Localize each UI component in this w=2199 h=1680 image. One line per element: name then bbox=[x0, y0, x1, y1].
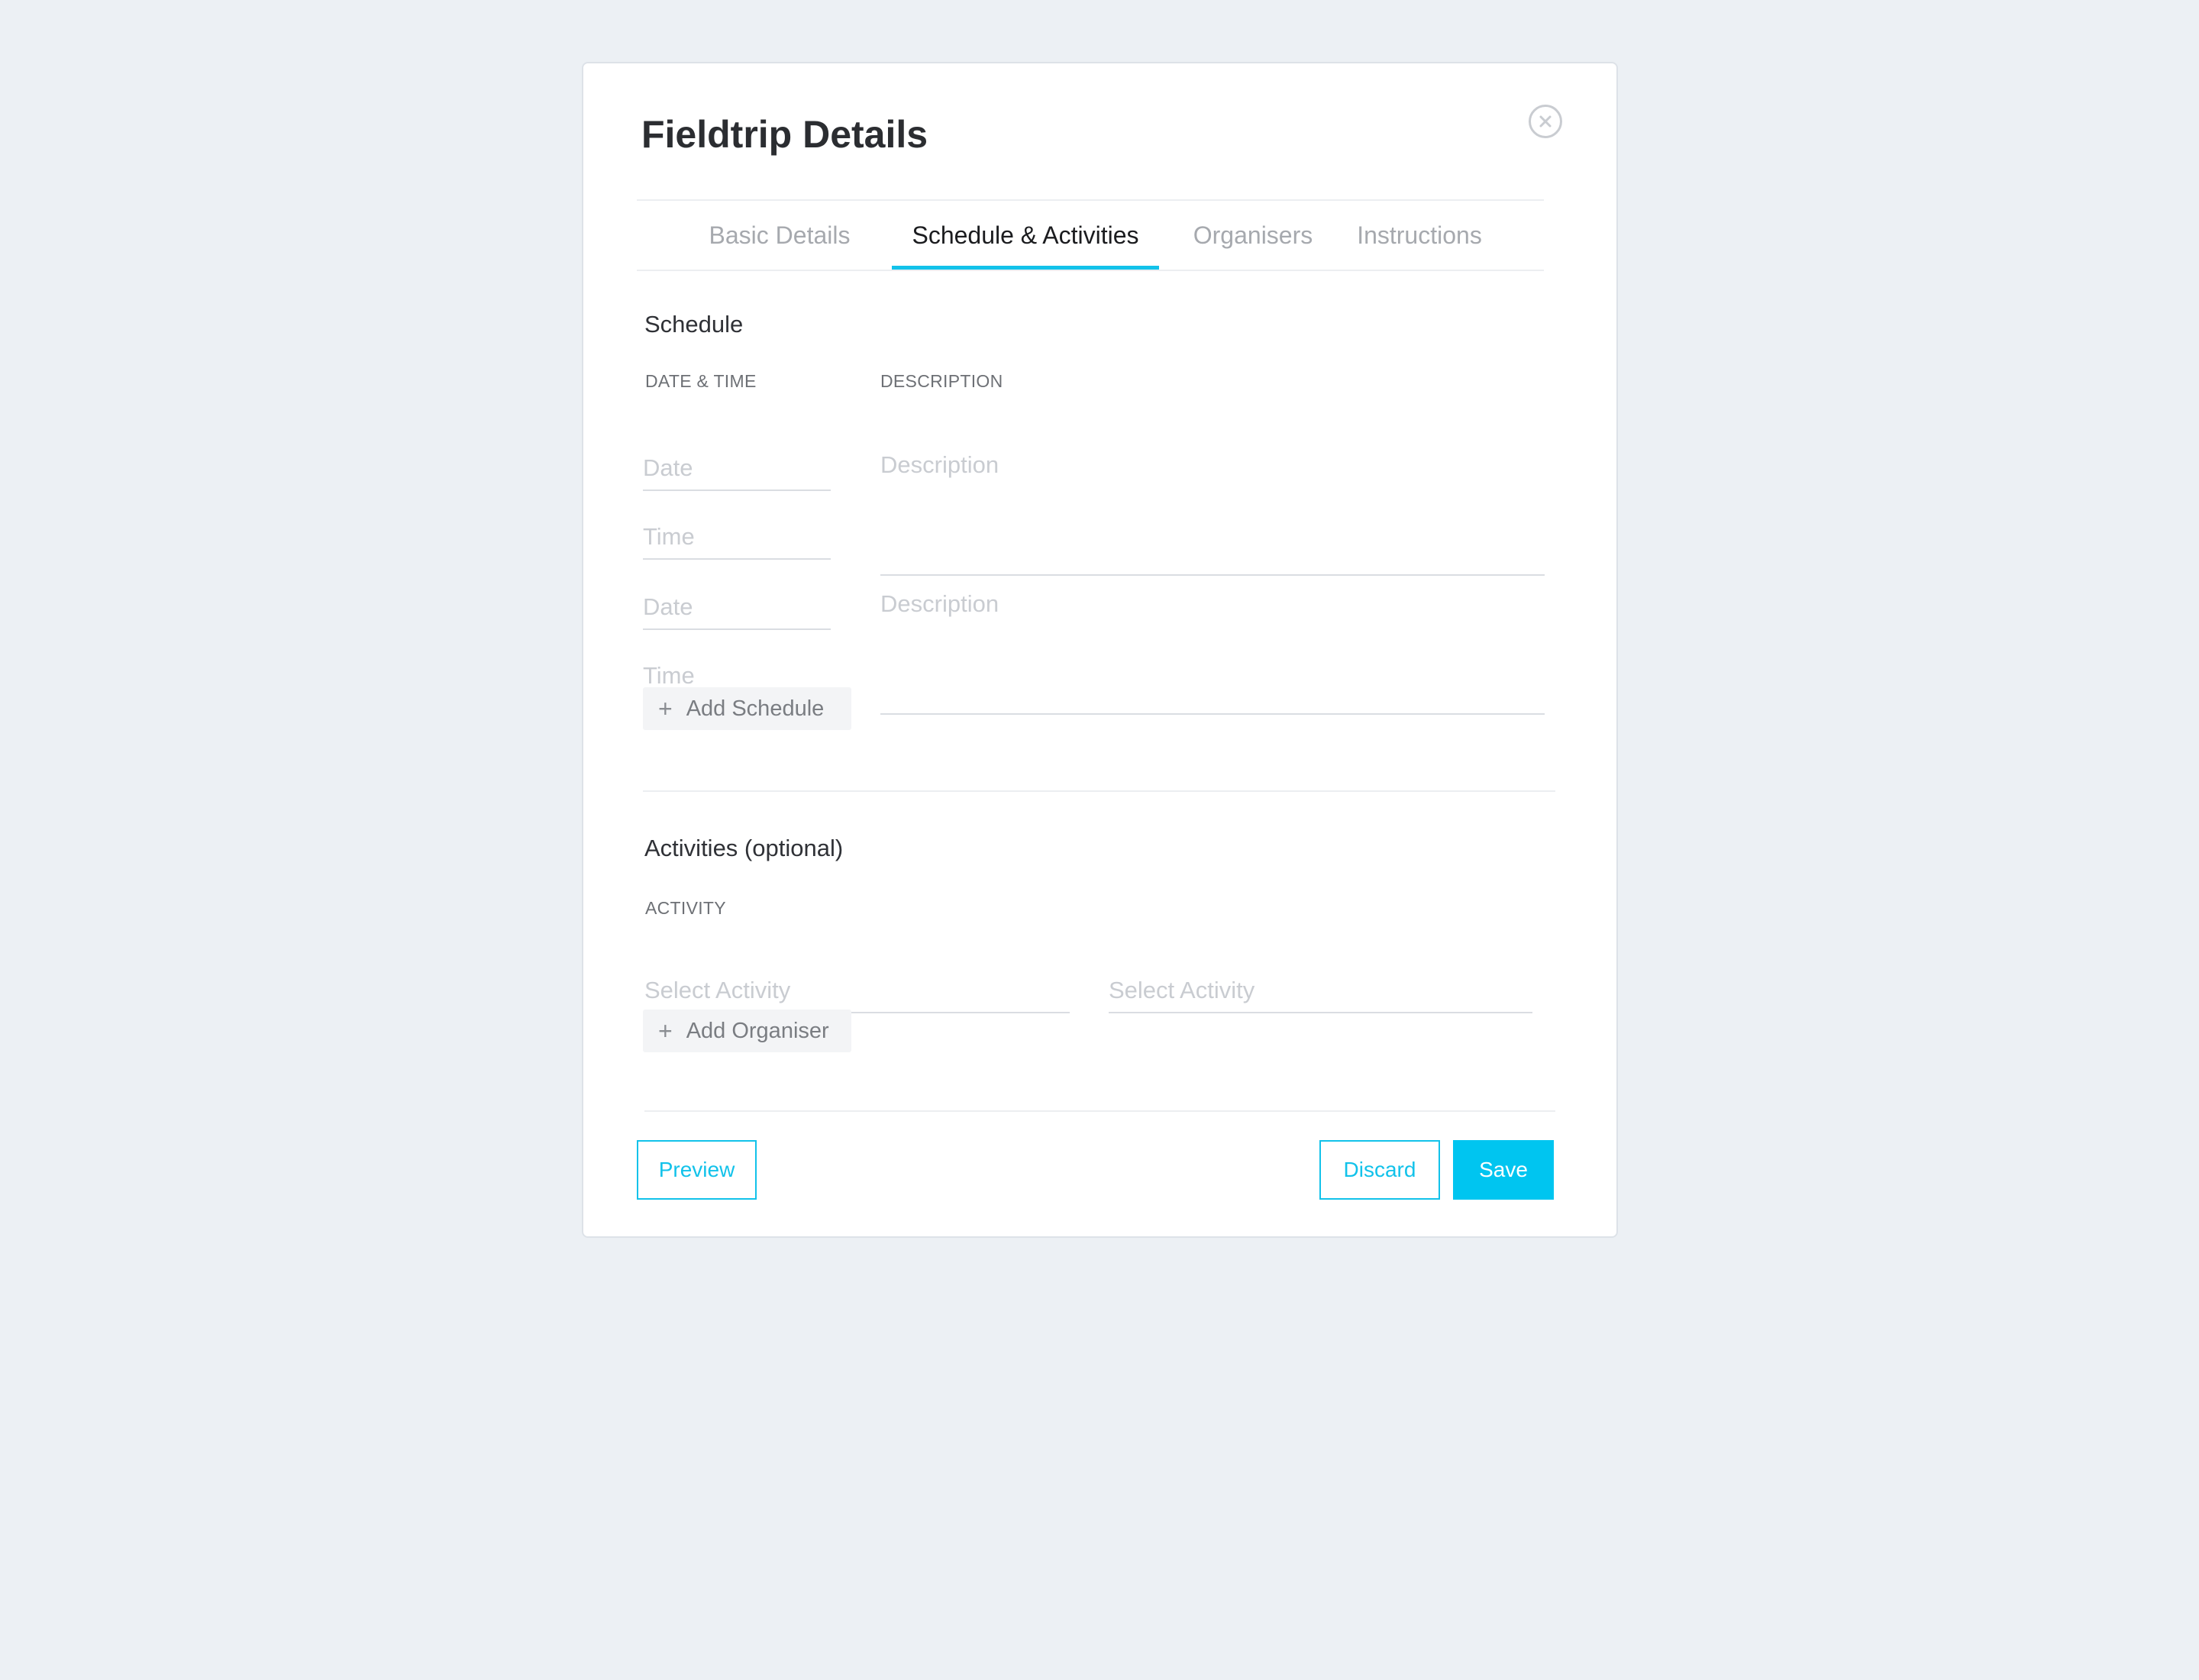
activity-label: ACTIVITY bbox=[645, 898, 726, 918]
modal-title: Fieldtrip Details bbox=[641, 113, 928, 156]
section-divider bbox=[643, 790, 1555, 792]
tab-basic-details[interactable]: Basic Details bbox=[703, 201, 856, 270]
add-organiser-button[interactable]: + Add Organiser bbox=[643, 1010, 851, 1052]
close-button[interactable] bbox=[1529, 105, 1562, 138]
plus-icon: + bbox=[658, 694, 673, 722]
date-time-label: DATE & TIME bbox=[645, 371, 757, 391]
tab-organisers[interactable]: Organisers bbox=[1184, 201, 1322, 270]
save-button[interactable]: Save bbox=[1453, 1140, 1554, 1200]
fieldtrip-details-modal: Fieldtrip Details Basic Details Schedule… bbox=[582, 62, 1618, 1238]
schedule-date-input-1[interactable] bbox=[643, 447, 831, 491]
schedule-description-input-2[interactable] bbox=[880, 590, 1545, 715]
select-activity-1[interactable] bbox=[644, 969, 1070, 1013]
tab-instructions[interactable]: Instructions bbox=[1347, 201, 1492, 270]
schedule-section-title: Schedule bbox=[644, 311, 744, 338]
discard-button[interactable]: Discard bbox=[1319, 1140, 1440, 1200]
tabs-divider bbox=[637, 270, 1544, 271]
tab-schedule-activities[interactable]: Schedule & Activities bbox=[892, 201, 1159, 270]
plus-icon: + bbox=[658, 1016, 673, 1045]
footer-divider bbox=[644, 1110, 1555, 1112]
add-schedule-button[interactable]: + Add Schedule bbox=[643, 687, 851, 730]
tab-schedule-activities-label: Schedule & Activities bbox=[912, 221, 1139, 249]
close-icon bbox=[1539, 115, 1552, 128]
activities-section-title: Activities (optional) bbox=[644, 835, 844, 861]
schedule-description-input-1[interactable] bbox=[880, 451, 1545, 576]
schedule-time-input-1[interactable] bbox=[643, 515, 831, 560]
description-label: DESCRIPTION bbox=[880, 371, 1003, 391]
add-organiser-label: Add Organiser bbox=[686, 1018, 829, 1043]
tab-bar: Basic Details Schedule & Activities Orga… bbox=[637, 201, 1544, 270]
select-activity-2[interactable] bbox=[1109, 969, 1532, 1013]
schedule-date-input-2[interactable] bbox=[643, 586, 831, 630]
preview-button[interactable]: Preview bbox=[637, 1140, 757, 1200]
add-schedule-label: Add Schedule bbox=[686, 696, 825, 721]
